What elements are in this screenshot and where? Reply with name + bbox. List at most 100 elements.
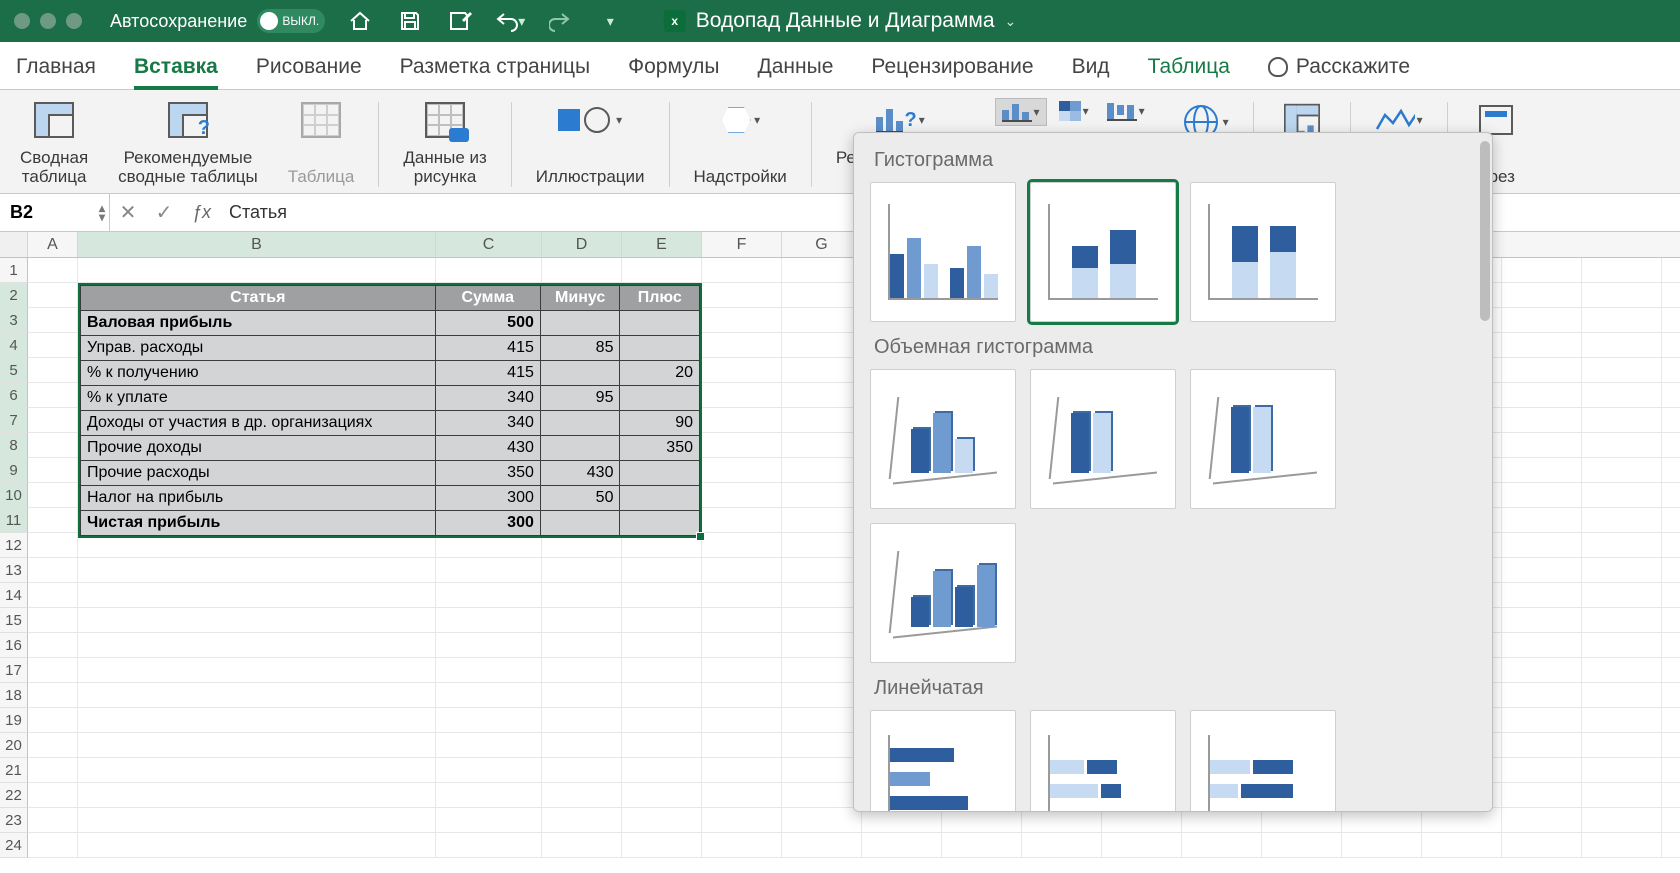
- tab-insert[interactable]: Вставка: [134, 55, 218, 89]
- chart-3d-column[interactable]: [870, 523, 1016, 663]
- table-row[interactable]: Прочие доходы430350: [81, 436, 700, 461]
- chart-3d-100-stacked-column[interactable]: [1190, 369, 1336, 509]
- autosave-toggle[interactable]: ВЫКЛ.: [257, 9, 325, 33]
- row-header[interactable]: 3: [0, 308, 28, 333]
- cell-plus[interactable]: 90: [620, 411, 700, 436]
- row-header[interactable]: 22: [0, 783, 28, 808]
- row-header[interactable]: 14: [0, 583, 28, 608]
- row-header[interactable]: 13: [0, 558, 28, 583]
- table-row[interactable]: Управ. расходы41585: [81, 336, 700, 361]
- table-row[interactable]: Доходы от участия в др. организациях3409…: [81, 411, 700, 436]
- tell-me[interactable]: Расскажите: [1268, 55, 1410, 89]
- col-header-D[interactable]: D: [542, 232, 622, 257]
- cell-plus[interactable]: [620, 336, 700, 361]
- chart-3d-stacked-column[interactable]: [1030, 369, 1176, 509]
- row-header[interactable]: 18: [0, 683, 28, 708]
- cell-label[interactable]: Прочие расходы: [81, 461, 436, 486]
- cell-minus[interactable]: [540, 511, 620, 536]
- row-header[interactable]: 21: [0, 758, 28, 783]
- col-header-F[interactable]: F: [702, 232, 782, 257]
- cell-label[interactable]: Налог на прибыль: [81, 486, 436, 511]
- table-row[interactable]: Налог на прибыль30050: [81, 486, 700, 511]
- cell-label[interactable]: % к уплате: [81, 386, 436, 411]
- row-header[interactable]: 10: [0, 483, 28, 508]
- tab-draw[interactable]: Рисование: [256, 55, 362, 89]
- row-header[interactable]: 8: [0, 433, 28, 458]
- row-header[interactable]: 5: [0, 358, 28, 383]
- col-header-E[interactable]: E: [622, 232, 702, 257]
- customize-qat-icon[interactable]: ▾: [595, 6, 625, 36]
- cell-plus[interactable]: [620, 511, 700, 536]
- row-header[interactable]: 23: [0, 808, 28, 833]
- cell-sum[interactable]: 300: [435, 511, 540, 536]
- cell-sum[interactable]: 340: [435, 411, 540, 436]
- cell-sum[interactable]: 340: [435, 386, 540, 411]
- table-row[interactable]: % к получению415 20: [81, 361, 700, 386]
- cell-sum[interactable]: 350: [435, 461, 540, 486]
- minimize-icon[interactable]: [40, 13, 56, 29]
- cell-sum[interactable]: 415: [435, 361, 540, 386]
- pivot-table-button[interactable]: Своднаятаблица: [12, 96, 96, 193]
- cell-label[interactable]: Прочие доходы: [81, 436, 436, 461]
- selection-handle[interactable]: [696, 532, 705, 541]
- cell-minus[interactable]: 50: [540, 486, 620, 511]
- tab-page-layout[interactable]: Разметка страницы: [400, 55, 591, 89]
- save-icon[interactable]: [395, 6, 425, 36]
- cell-label[interactable]: % к получению: [81, 361, 436, 386]
- waterfall-chart-button[interactable]: ▾: [1101, 98, 1151, 124]
- row-header[interactable]: 17: [0, 658, 28, 683]
- panel-scrollbar[interactable]: [1480, 137, 1490, 807]
- row-header[interactable]: 15: [0, 608, 28, 633]
- table-row[interactable]: Прочие расходы350430: [81, 461, 700, 486]
- cell-label[interactable]: Валовая прибыль: [81, 311, 436, 336]
- hierarchy-chart-button[interactable]: ▾: [1053, 98, 1095, 124]
- cell-plus[interactable]: 350: [620, 436, 700, 461]
- formula-content[interactable]: Статья: [221, 202, 287, 223]
- tab-review[interactable]: Рецензирование: [871, 55, 1033, 89]
- cell-minus[interactable]: [540, 311, 620, 336]
- row-header[interactable]: 16: [0, 633, 28, 658]
- cell-minus[interactable]: 95: [540, 386, 620, 411]
- cell-minus[interactable]: 85: [540, 336, 620, 361]
- cell-plus[interactable]: [620, 311, 700, 336]
- cell-minus[interactable]: [540, 361, 620, 386]
- tab-home[interactable]: Главная: [16, 55, 96, 89]
- name-box-stepper[interactable]: ▴▾: [99, 204, 105, 222]
- cell-label[interactable]: Чистая прибыль: [81, 511, 436, 536]
- close-icon[interactable]: [14, 13, 30, 29]
- cell-sum[interactable]: 415: [435, 336, 540, 361]
- chart-clustered-column[interactable]: [870, 182, 1016, 322]
- table-row[interactable]: Валовая прибыль500: [81, 311, 700, 336]
- accept-formula-button[interactable]: ✓: [146, 200, 182, 225]
- tab-formulas[interactable]: Формулы: [628, 55, 719, 89]
- row-header[interactable]: 7: [0, 408, 28, 433]
- undo-icon[interactable]: ▾: [495, 6, 525, 36]
- select-all-corner[interactable]: [0, 232, 28, 257]
- col-header-G[interactable]: G: [782, 232, 862, 257]
- cell-plus[interactable]: 20: [620, 361, 700, 386]
- row-header[interactable]: 4: [0, 333, 28, 358]
- cell-minus[interactable]: [540, 436, 620, 461]
- chevron-down-icon[interactable]: ⌄: [1005, 13, 1017, 30]
- chart-stacked-bar[interactable]: [1030, 710, 1176, 812]
- chart-stacked-column[interactable]: [1030, 182, 1176, 322]
- recommended-pivot-button[interactable]: ? Рекомендуемыесводные таблицы: [110, 96, 266, 193]
- row-header[interactable]: 2: [0, 283, 28, 308]
- document-title[interactable]: x Водопад Данные и Диаграмма ⌄: [664, 9, 1017, 33]
- zoom-icon[interactable]: [66, 13, 82, 29]
- row-header[interactable]: 19: [0, 708, 28, 733]
- name-box[interactable]: B2 ▴▾: [0, 194, 110, 231]
- home-icon[interactable]: [345, 6, 375, 36]
- cell-minus[interactable]: 430: [540, 461, 620, 486]
- chart-3d-clustered-column[interactable]: [870, 369, 1016, 509]
- row-header[interactable]: 24: [0, 833, 28, 858]
- row-header[interactable]: 11: [0, 508, 28, 533]
- cell-plus[interactable]: [620, 486, 700, 511]
- column-chart-button[interactable]: ▾: [995, 98, 1047, 126]
- row-header[interactable]: 20: [0, 733, 28, 758]
- fx-icon[interactable]: ƒx: [192, 202, 211, 223]
- col-header-A[interactable]: A: [28, 232, 78, 257]
- cancel-formula-button[interactable]: ✕: [110, 200, 146, 225]
- illustrations-button[interactable]: ▾ Иллюстрации: [528, 96, 653, 193]
- tab-view[interactable]: Вид: [1072, 55, 1110, 89]
